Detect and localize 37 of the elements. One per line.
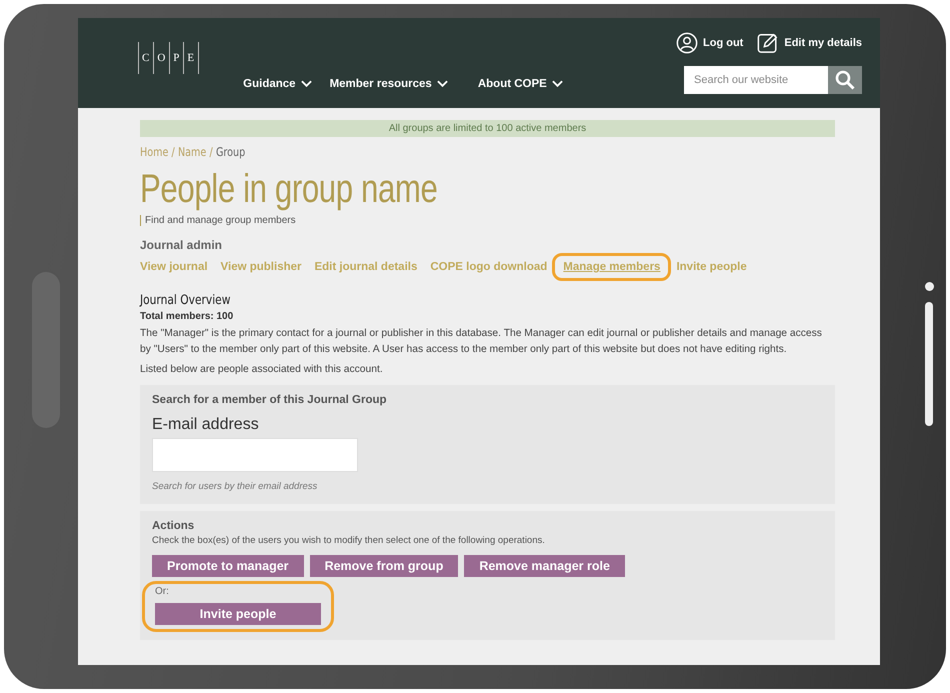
section-heading: Journal Overview [140, 293, 232, 308]
field-hint: Search for users by their email address [152, 481, 318, 492]
field-label: E-mail address [152, 416, 260, 434]
action-button[interactable]: Remove from group [310, 555, 458, 577]
nav-menu-link[interactable]: Guidance [243, 78, 312, 90]
user-icon [676, 32, 698, 54]
or-label: Or: [155, 586, 169, 597]
notice-banner: All groups are limited to 100 active members [140, 120, 835, 137]
account-link[interactable]: Log out [676, 32, 744, 54]
invite-people-button[interactable]: Invite people [155, 603, 321, 625]
search-button[interactable] [828, 66, 862, 94]
email-input-field[interactable] [152, 438, 358, 472]
instructions-text: Check the box(es) of the users you wish to modify then select one of the following operations. [152, 535, 546, 546]
action-button[interactable]: Promote to manager [152, 555, 304, 577]
nav-menu-link[interactable]: Member resources [330, 78, 448, 90]
chevron-down-icon [436, 80, 448, 88]
chevron-down-icon [552, 80, 563, 88]
account-link[interactable]: Edit my details [757, 32, 862, 54]
search-icon [835, 70, 855, 90]
panel-heading: Actions [152, 520, 196, 532]
logo: C O P E [138, 42, 200, 74]
chevron-down-icon [300, 80, 312, 88]
pencil-icon [757, 32, 780, 54]
breadcrumb-current-page: Group [216, 145, 246, 159]
page-title: People in group name [140, 167, 438, 212]
total-members-text: Total members: 100 [140, 311, 234, 322]
section-heading: Journal admin [140, 238, 224, 252]
description-paragraph: Listed below are people associated with this account. [140, 363, 384, 377]
breadcrumb-separator: / [210, 145, 213, 159]
action-button[interactable]: Remove manager role [464, 555, 625, 577]
panel-heading: Search for a member of this Journal Group [152, 394, 388, 406]
description-paragraph: The "Manager" is the primary contact for a journal or publisher in this database. The Manager can edit journal or publisher details and manage access by "Users" to the member only part of this website. A User has access to the member only part of this website but does not have editing rights. [140, 327, 823, 357]
search-field[interactable]: Search our website [684, 66, 828, 94]
camera-icon [925, 282, 934, 291]
nav-menu-link[interactable]: About COPE [478, 78, 563, 90]
page-subtitle: Find and manage group members [140, 215, 835, 226]
breadcrumb-separator: / [172, 145, 175, 159]
